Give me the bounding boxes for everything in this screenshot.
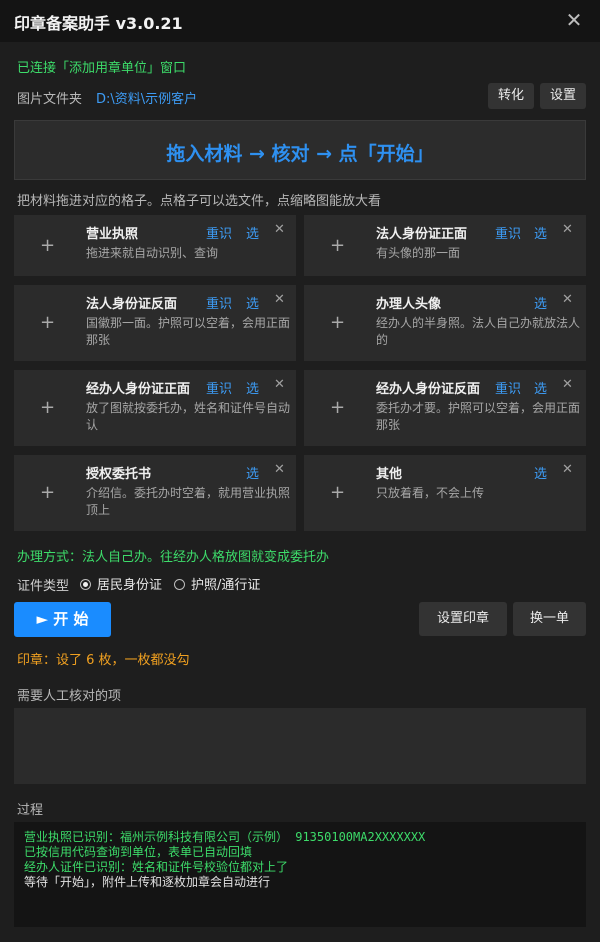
instruction-hint: 把材料拖进对应的格子。点格子可以选文件，点缩略图能放大看	[17, 194, 382, 209]
card-legal-id-front[interactable]: + 法人身份证正面 有头像的那一面 重识 选 ✕	[304, 215, 586, 276]
close-icon[interactable]: ✕	[562, 8, 586, 32]
log-line: 营业执照已识别：福州示例科技有限公司（示例） 91350100MA2XXXXXX…	[24, 830, 426, 844]
folder-path-link[interactable]: D:\资料\示例客户	[96, 88, 197, 107]
card-title: 法人身份证正面	[376, 227, 468, 242]
card-description: 介绍信。委托办时空着，就用营业执照顶上	[86, 486, 291, 517]
log-line: 经办人证件已识别：姓名和证件号校验位都对上了	[24, 860, 289, 874]
select-button[interactable]: 选	[534, 463, 547, 482]
next-order-button[interactable]: 换一单	[513, 602, 586, 636]
recognize-button[interactable]: 重识	[206, 223, 232, 242]
title-bar: 印章备案助手 v3.0.21 ✕	[0, 0, 600, 42]
add-icon[interactable]: +	[330, 312, 345, 333]
card-agent-id-back[interactable]: + 经办人身份证反面 委托办才要。护照可以空着，会用正面那张 重识 选 ✕	[304, 370, 586, 446]
remove-icon[interactable]: ✕	[274, 377, 285, 392]
log-line: 等待「开始」，附件上传和逐枚加章会自动进行	[24, 875, 271, 889]
add-icon[interactable]: +	[40, 482, 55, 503]
card-description: 委托办才要。护照可以空着，会用正面那张	[376, 401, 581, 432]
card-description: 国徽那一面。护照可以空着，会用正面那张	[86, 316, 291, 347]
id-type-label: 证件类型	[17, 579, 70, 594]
remove-icon[interactable]: ✕	[274, 292, 285, 307]
recognize-button[interactable]: 重识	[206, 293, 232, 312]
add-icon[interactable]: +	[40, 312, 55, 333]
log-line: 已按信用代码查询到单位，表单已自动回填	[24, 845, 253, 859]
convert-button[interactable]: 转化	[488, 83, 534, 109]
card-authorization-letter[interactable]: + 授权委托书 介绍信。委托办时空着，就用营业执照顶上 选 ✕	[14, 455, 296, 531]
remove-icon[interactable]: ✕	[562, 292, 573, 307]
radio-passport[interactable]: 护照/通行证	[174, 574, 260, 593]
add-icon[interactable]: +	[330, 482, 345, 503]
remove-icon[interactable]: ✕	[562, 377, 573, 392]
drop-zone-text: 拖入材料 → 核对 → 点「开始」	[166, 143, 434, 165]
folder-label: 图片文件夹	[17, 92, 83, 107]
card-description: 有头像的那一面	[376, 246, 461, 260]
radio-unchecked-icon	[174, 579, 185, 590]
card-title: 经办人身份证正面	[86, 382, 191, 397]
card-title: 营业执照	[86, 227, 139, 242]
handling-mode-text: 办理方式：法人自己办。往经办人格放图就变成委托办	[17, 550, 330, 565]
card-description: 经办人的半身照。法人自己办就放法人的	[376, 316, 581, 347]
add-icon[interactable]: +	[330, 397, 345, 418]
card-handler-photo[interactable]: + 办理人头像 经办人的半身照。法人自己办就放法人的 选 ✕	[304, 285, 586, 361]
add-icon[interactable]: +	[40, 397, 55, 418]
recognize-button[interactable]: 重识	[495, 223, 521, 242]
settings-button[interactable]: 设置	[540, 83, 586, 109]
select-button[interactable]: 选	[534, 223, 547, 242]
card-title: 法人身份证反面	[86, 297, 178, 312]
card-title: 经办人身份证反面	[376, 382, 481, 397]
remove-icon[interactable]: ✕	[562, 222, 573, 237]
recognize-button[interactable]: 重识	[206, 378, 232, 397]
card-agent-id-front[interactable]: + 经办人身份证正面 放了图就按委托办，姓名和证件号自动认 重识 选 ✕	[14, 370, 296, 446]
radio-label: 护照/通行证	[191, 578, 261, 593]
manual-check-list[interactable]	[14, 708, 586, 784]
card-description: 放了图就按委托办，姓名和证件号自动认	[86, 401, 291, 432]
card-legal-id-back[interactable]: + 法人身份证反面 国徽那一面。护照可以空着，会用正面那张 重识 选 ✕	[14, 285, 296, 361]
card-business-license[interactable]: + 营业执照 拖进来就自动识别、查询 重识 选 ✕	[14, 215, 296, 276]
card-description: 拖进来就自动识别、查询	[86, 246, 219, 260]
select-button[interactable]: 选	[246, 293, 259, 312]
radio-checked-icon	[80, 579, 91, 590]
remove-icon[interactable]: ✕	[562, 462, 573, 477]
set-seal-button[interactable]: 设置印章	[419, 602, 507, 636]
add-icon[interactable]: +	[330, 235, 345, 256]
card-title: 办理人头像	[376, 297, 442, 312]
select-button[interactable]: 选	[246, 378, 259, 397]
select-button[interactable]: 选	[534, 293, 547, 312]
add-icon[interactable]: +	[40, 235, 55, 256]
remove-icon[interactable]: ✕	[274, 462, 285, 477]
window-title: 印章备案助手 v3.0.21	[14, 14, 183, 33]
select-button[interactable]: 选	[246, 463, 259, 482]
radio-label: 居民身份证	[97, 578, 163, 593]
seal-status-text: 印章：设了 6 枚，一枚都没勾	[17, 653, 190, 668]
select-button[interactable]: 选	[246, 223, 259, 242]
card-other[interactable]: + 其他 只放着看，不会上传 选 ✕	[304, 455, 586, 531]
manual-check-label: 需要人工核对的项	[17, 689, 122, 704]
start-button[interactable]: ► 开 始	[14, 602, 111, 637]
process-log[interactable]: 营业执照已识别：福州示例科技有限公司（示例） 91350100MA2XXXXXX…	[14, 822, 586, 927]
drop-zone[interactable]: 拖入材料 → 核对 → 点「开始」	[14, 120, 586, 180]
recognize-button[interactable]: 重识	[495, 378, 521, 397]
remove-icon[interactable]: ✕	[274, 222, 285, 237]
select-button[interactable]: 选	[534, 378, 547, 397]
radio-resident-id[interactable]: 居民身份证	[80, 574, 162, 593]
process-label: 过程	[17, 803, 44, 818]
card-title: 其他	[376, 467, 403, 482]
card-title: 授权委托书	[86, 467, 152, 482]
card-description: 只放着看，不会上传	[376, 486, 485, 500]
connection-status: 已连接「添加用章单位」窗口	[17, 61, 187, 76]
